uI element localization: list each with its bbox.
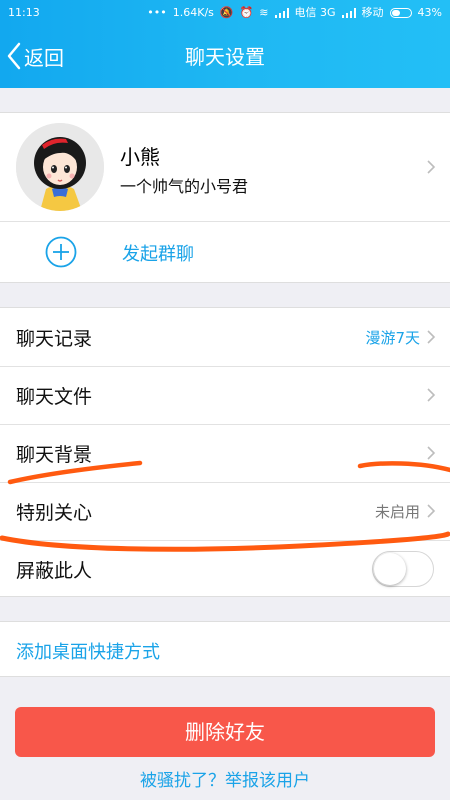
special-care-value: 未启用	[374, 503, 420, 521]
chat-background-label: 聊天背景	[16, 444, 93, 466]
chat-history-row[interactable]: 聊天记录 漫游7天	[0, 308, 450, 366]
contact-name: 小熊	[120, 145, 160, 169]
chevron-right-icon	[427, 446, 436, 460]
toggle-knob	[374, 553, 406, 585]
block-contact-toggle[interactable]	[372, 551, 434, 587]
start-group-chat-label: 发起群聊	[122, 244, 194, 265]
page-title: 聊天设置	[185, 45, 265, 69]
signal-icon	[274, 8, 289, 18]
add-desktop-shortcut-link[interactable]: 添加桌面快捷方式	[16, 638, 160, 664]
start-group-chat-row[interactable]: 发起群聊	[0, 222, 450, 282]
wifi-icon: ≋	[259, 6, 269, 19]
chevron-right-icon	[427, 330, 436, 344]
alarm-icon: ⏰	[239, 6, 254, 19]
special-care-label: 特别关心	[16, 502, 93, 524]
carrier-1: 电信 3G	[294, 6, 336, 19]
chevron-right-icon	[427, 388, 436, 402]
profile-section: 小熊 一个帅气的小号君 发起群聊	[0, 112, 450, 283]
block-contact-label: 屏蔽此人	[16, 560, 93, 582]
network-speed: 1.64K/s	[172, 6, 214, 19]
avatar-image	[16, 123, 104, 211]
status-icons: ••• 1.64K/s 🔕 ⏰ ≋ 电信 3G 移动 43%	[147, 0, 442, 26]
settings-section: 聊天记录 漫游7天 聊天文件 聊天背景 特别关心 未启用 屏蔽此人	[0, 307, 450, 597]
chevron-right-icon	[427, 160, 436, 174]
chat-history-value: 漫游7天	[365, 329, 420, 347]
delete-friend-button[interactable]: 删除好友	[15, 707, 435, 757]
add-circle-icon	[45, 236, 77, 268]
signal-icon	[341, 8, 356, 18]
dots-icon: •••	[147, 6, 167, 19]
battery-level: 43%	[417, 6, 442, 19]
status-time: 11:13	[8, 6, 40, 19]
status-bar: 11:13 ••• 1.64K/s 🔕 ⏰ ≋ 电信 3G 移动 43%	[0, 0, 450, 26]
contact-signature: 一个帅气的小号君	[120, 177, 249, 196]
chat-history-label: 聊天记录	[16, 328, 93, 350]
chat-background-row[interactable]: 聊天背景	[0, 425, 450, 482]
chat-files-row[interactable]: 聊天文件	[0, 367, 450, 424]
mute-bell-icon: 🔕	[219, 6, 234, 19]
report-user-link[interactable]: 被骚扰了？举报该用户	[0, 766, 450, 791]
profile-row[interactable]: 小熊 一个帅气的小号君	[0, 113, 450, 221]
chevron-right-icon	[427, 504, 436, 518]
special-care-row[interactable]: 特别关心 未启用	[0, 483, 450, 540]
avatar[interactable]	[16, 123, 104, 211]
block-contact-row: 屏蔽此人	[0, 541, 450, 597]
carrier-2: 移动	[361, 6, 384, 19]
battery-icon	[389, 8, 412, 18]
title-bar: 返回 聊天设置	[0, 26, 450, 88]
header: 11:13 ••• 1.64K/s 🔕 ⏰ ≋ 电信 3G 移动 43% 返回	[0, 0, 450, 88]
chat-files-label: 聊天文件	[16, 386, 93, 408]
shortcut-section: 添加桌面快捷方式	[0, 621, 450, 677]
